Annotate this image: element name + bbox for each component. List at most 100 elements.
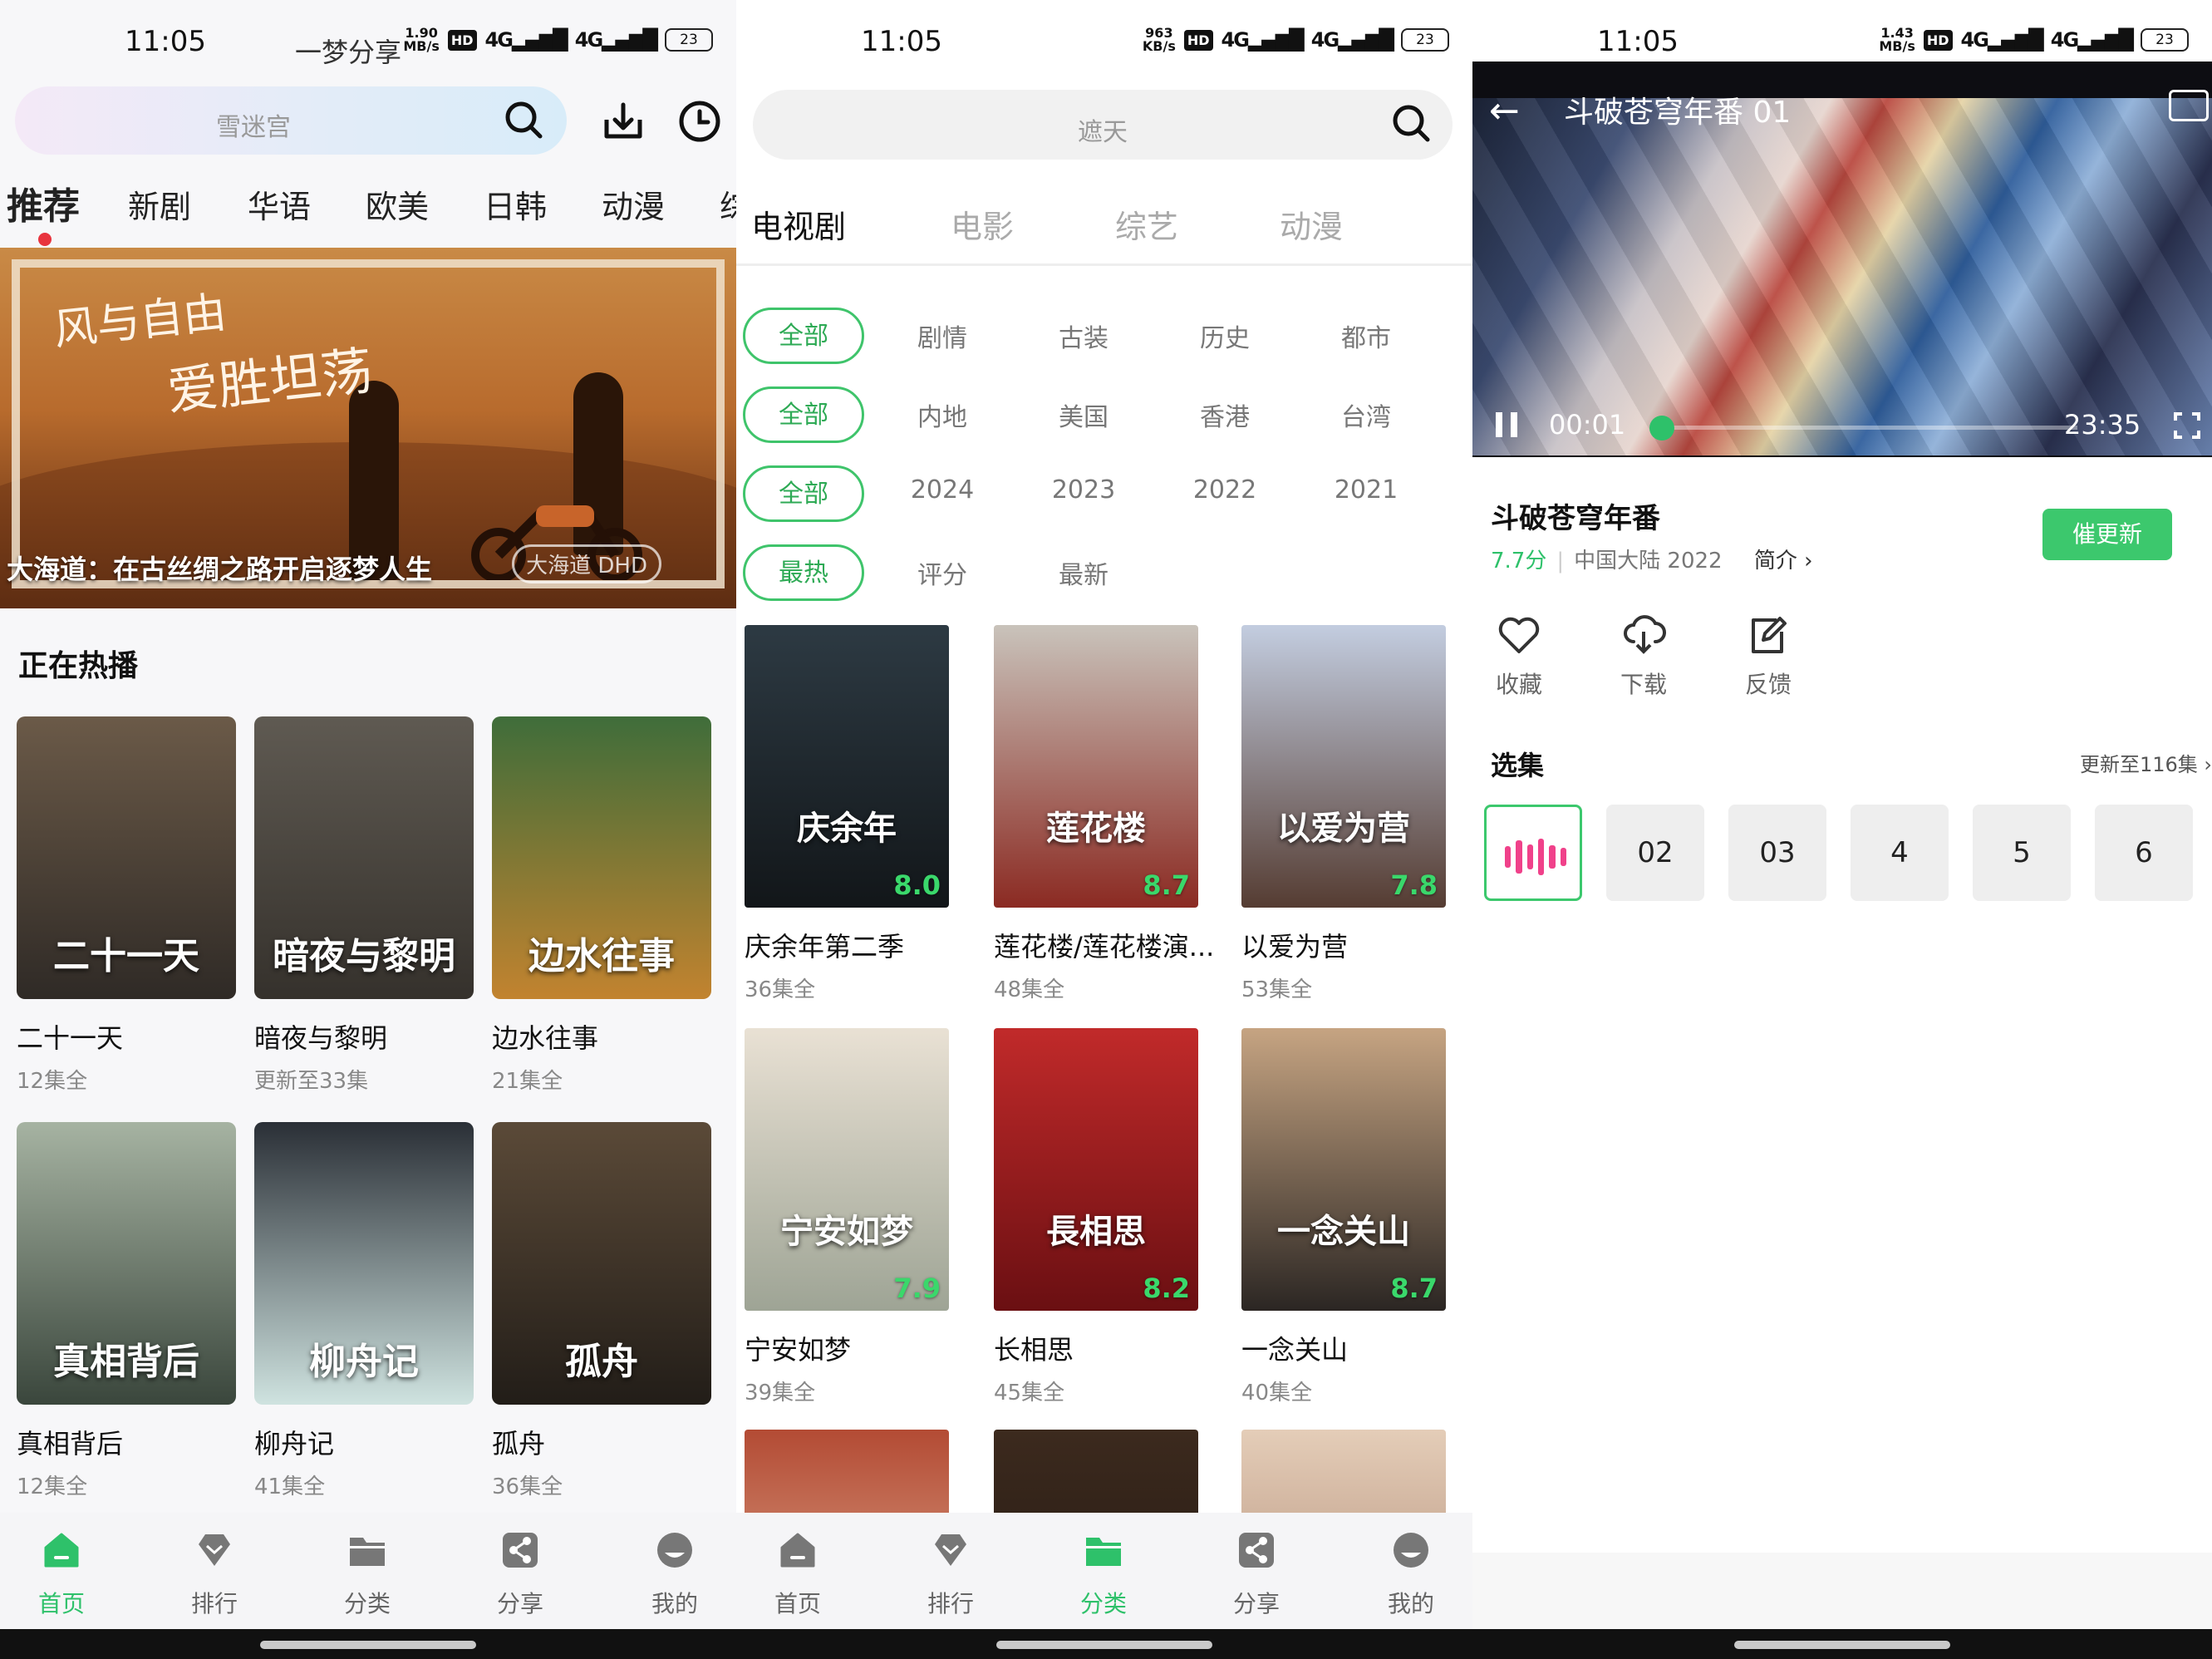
tab-western[interactable]: 欧美 bbox=[366, 181, 429, 227]
episodes-more-link[interactable]: 更新至116集 › bbox=[2080, 748, 2212, 777]
poster-image[interactable]: 暗夜与黎明 bbox=[254, 716, 474, 999]
show-card[interactable]: 莲花楼 8.7 莲花楼/莲花楼演... 48集全 bbox=[994, 625, 1214, 1003]
show-card[interactable]: 宁安如梦 7.9 宁安如梦 39集全 bbox=[745, 1028, 949, 1406]
hero-banner[interactable]: 风与自由 爱胜坦荡 大海道 DHD 大海道：在古丝绸之路开启逐梦人生 bbox=[0, 248, 736, 608]
show-card[interactable]: 以爱为营 7.8 以爱为营 53集全 bbox=[1241, 625, 1446, 1003]
filter-option[interactable]: 美国 bbox=[1017, 396, 1150, 433]
player-controls: 00:01 23:35 bbox=[1472, 407, 2212, 457]
episode-button[interactable]: 02 bbox=[1606, 805, 1704, 901]
tab-variety[interactable]: 综艺 bbox=[1115, 201, 1178, 247]
filter-option[interactable]: 评分 bbox=[876, 554, 1009, 591]
folder-icon bbox=[350, 1538, 385, 1566]
home-indicator[interactable] bbox=[260, 1641, 476, 1649]
poster-image[interactable]: 柳舟记 bbox=[254, 1122, 474, 1405]
pause-icon[interactable] bbox=[1496, 412, 1517, 437]
show-card[interactable]: 暗夜与黎明 暗夜与黎明 更新至33集 bbox=[254, 716, 474, 1095]
filter-option[interactable]: 最新 bbox=[1017, 554, 1150, 591]
episode-button[interactable]: 03 bbox=[1728, 805, 1826, 901]
search-icon[interactable] bbox=[504, 100, 545, 141]
nav-home[interactable]: 首页 bbox=[748, 1529, 848, 1619]
filter-option[interactable]: 2021 bbox=[1300, 475, 1433, 505]
filter-option[interactable]: 香港 bbox=[1158, 396, 1291, 433]
show-card[interactable]: 長相思 8.2 长相思 45集全 bbox=[994, 1028, 1198, 1406]
filter-option[interactable]: 剧情 bbox=[876, 318, 1009, 354]
poster-image[interactable]: 边水往事 bbox=[492, 716, 711, 999]
show-card[interactable]: 庆余年 8.0 庆余年第二季 36集全 bbox=[745, 625, 949, 1003]
filter-option[interactable]: 都市 bbox=[1300, 318, 1433, 354]
feedback-button[interactable]: 反馈 bbox=[1727, 613, 1810, 700]
filter-selected[interactable]: 全部 bbox=[743, 386, 864, 443]
nav-mine[interactable]: 我的 bbox=[625, 1529, 725, 1619]
poster-image[interactable]: 莲花楼 8.7 bbox=[994, 625, 1198, 908]
episode-button[interactable]: 4 bbox=[1851, 805, 1949, 901]
show-card[interactable]: 一念关山 8.7 一念关山 40集全 bbox=[1241, 1028, 1446, 1406]
tab-anime[interactable]: 动漫 bbox=[1280, 201, 1343, 247]
tab-chinese[interactable]: 华语 bbox=[248, 181, 311, 227]
poster-image[interactable]: 一念关山 8.7 bbox=[1241, 1028, 1446, 1311]
poster-image[interactable]: 庆余年 8.0 bbox=[745, 625, 949, 908]
cast-icon[interactable] bbox=[2169, 90, 2209, 121]
tab-japan-korea[interactable]: 日韩 bbox=[484, 181, 547, 227]
favorite-button[interactable]: 收藏 bbox=[1477, 613, 1561, 700]
filter-selected[interactable]: 全部 bbox=[743, 308, 864, 364]
search-bar[interactable]: 雪迷宫 bbox=[15, 86, 567, 155]
filter-option[interactable]: 历史 bbox=[1158, 318, 1291, 354]
time-current: 00:01 bbox=[1549, 409, 1626, 441]
status-bar: 11:05 一梦分享 1.90 MB/s HD 4G▂▄▆█ 4G▂▄▆█ 23 bbox=[0, 0, 736, 83]
tab-anime[interactable]: 动漫 bbox=[602, 181, 665, 227]
filter-option[interactable]: 台湾 bbox=[1300, 396, 1433, 433]
poster-image[interactable]: 真相背后 bbox=[17, 1122, 236, 1405]
tab-variety[interactable]: 综 bbox=[720, 181, 736, 227]
nav-category[interactable]: 分类 bbox=[317, 1529, 417, 1619]
poster-image[interactable]: 孤舟 bbox=[492, 1122, 711, 1405]
poster-image[interactable]: 長相思 8.2 bbox=[994, 1028, 1198, 1311]
nav-category[interactable]: 分类 bbox=[1054, 1529, 1153, 1619]
filter-option[interactable]: 2023 bbox=[1017, 475, 1150, 505]
back-arrow-icon[interactable]: ← bbox=[1489, 90, 1520, 132]
home-indicator[interactable] bbox=[1734, 1641, 1950, 1649]
nav-home[interactable]: 首页 bbox=[12, 1529, 111, 1619]
remind-update-button[interactable]: 催更新 bbox=[2042, 509, 2172, 560]
progress-knob[interactable] bbox=[1649, 416, 1675, 441]
tab-recommend[interactable]: 推荐 bbox=[7, 176, 80, 229]
bottom-nav: 首页 排行 分类 分享 我的 bbox=[0, 1513, 736, 1629]
search-icon[interactable] bbox=[1391, 103, 1433, 145]
show-card[interactable]: 真相背后 真相背后 12集全 bbox=[17, 1122, 236, 1500]
fullscreen-icon[interactable] bbox=[2174, 412, 2200, 439]
show-card[interactable]: 孤舟 孤舟 36集全 bbox=[492, 1122, 711, 1500]
filter-option[interactable]: 古装 bbox=[1017, 318, 1150, 354]
nav-label: 首页 bbox=[774, 1590, 821, 1617]
episode-button[interactable]: 5 bbox=[1973, 805, 2071, 901]
progress-track[interactable] bbox=[1649, 416, 2077, 441]
download-button[interactable]: 下载 bbox=[1602, 613, 1685, 700]
poster-image[interactable]: 二十一天 bbox=[17, 716, 236, 999]
tab-tv[interactable]: 电视剧 bbox=[751, 201, 846, 247]
poster-image[interactable]: 宁安如梦 7.9 bbox=[745, 1028, 949, 1311]
filter-selected[interactable]: 最热 bbox=[743, 544, 864, 601]
video-player[interactable]: ← 斗破苍穹年番 01 00:01 23:35 bbox=[1472, 62, 2212, 457]
filter-option[interactable]: 2024 bbox=[876, 475, 1009, 505]
nav-share[interactable]: 分享 bbox=[470, 1529, 570, 1619]
video-title: 斗破苍穹年番 01 bbox=[1564, 96, 1792, 130]
history-icon[interactable] bbox=[676, 98, 723, 145]
search-bar[interactable]: 遮天 bbox=[753, 90, 1453, 160]
episode-current[interactable] bbox=[1484, 805, 1582, 901]
filter-option[interactable]: 2022 bbox=[1158, 475, 1291, 505]
filter-selected[interactable]: 全部 bbox=[743, 465, 864, 522]
download-icon[interactable] bbox=[600, 98, 646, 145]
home-indicator[interactable] bbox=[996, 1641, 1212, 1649]
nav-share[interactable]: 分享 bbox=[1207, 1529, 1306, 1619]
poster-image[interactable]: 以爱为营 7.8 bbox=[1241, 625, 1446, 908]
intro-link[interactable]: 简介 › bbox=[1754, 549, 1813, 574]
episode-button[interactable]: 6 bbox=[2095, 805, 2193, 901]
filter-option[interactable]: 内地 bbox=[876, 396, 1009, 433]
tab-movie[interactable]: 电影 bbox=[951, 201, 1014, 247]
tab-new[interactable]: 新剧 bbox=[128, 181, 191, 227]
show-card[interactable]: 柳舟记 柳舟记 41集全 bbox=[254, 1122, 474, 1500]
nav-mine[interactable]: 我的 bbox=[1361, 1529, 1461, 1619]
show-card[interactable]: 边水往事 边水往事 21集全 bbox=[492, 716, 711, 1095]
show-card[interactable]: 二十一天 二十一天 12集全 bbox=[17, 716, 236, 1095]
nav-rank[interactable]: 排行 bbox=[165, 1529, 264, 1619]
nav-rank[interactable]: 排行 bbox=[901, 1529, 1000, 1619]
show-meta: 7.7分 | 中国大陆 2022 简介 › bbox=[1491, 549, 1813, 574]
